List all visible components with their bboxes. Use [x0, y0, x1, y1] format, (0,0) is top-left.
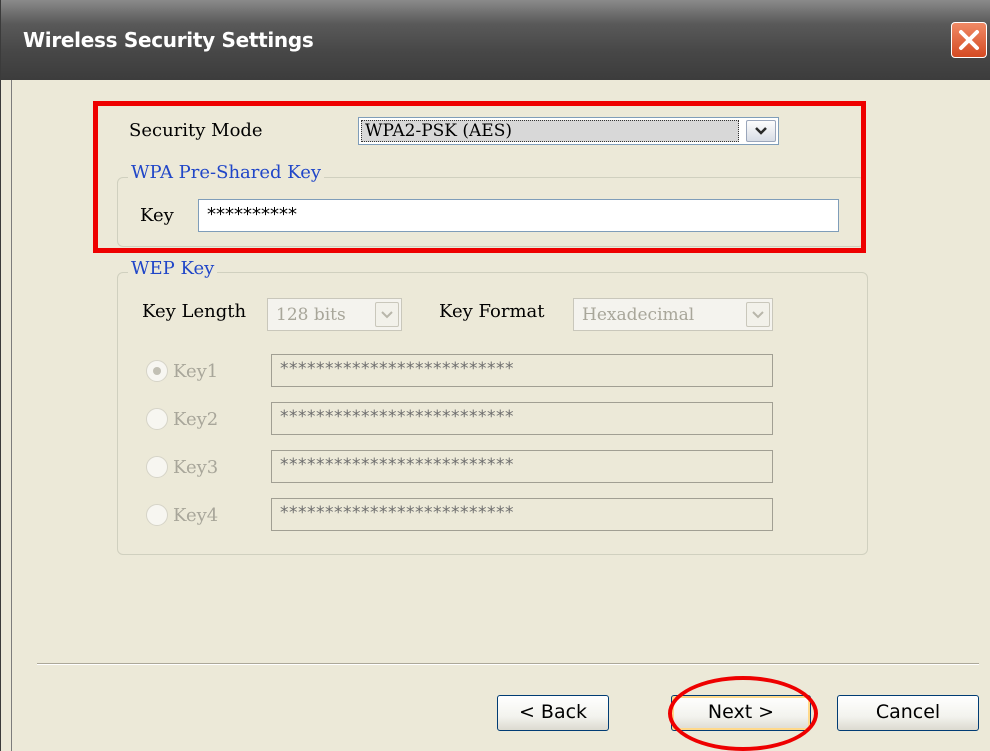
key-format-select[interactable]: Hexadecimal [573, 298, 773, 331]
cancel-button[interactable]: Cancel [837, 695, 979, 731]
close-button[interactable] [951, 22, 987, 58]
key1-radio[interactable] [146, 360, 168, 382]
next-button[interactable]: Next > [671, 695, 811, 731]
title-bar[interactable]: Wireless Security Settings [1, 0, 990, 80]
window-title: Wireless Security Settings [23, 28, 314, 52]
key-format-label: Key Format [439, 301, 545, 322]
security-mode-value: WPA2-PSK (AES) [361, 120, 739, 142]
security-mode-label: Security Mode [129, 120, 263, 141]
radio-selected-dot [153, 367, 161, 375]
key2-input[interactable]: ************************** [271, 402, 773, 435]
close-icon [959, 30, 979, 50]
key-length-value: 128 bits [276, 305, 346, 325]
key2-radio[interactable] [146, 408, 168, 430]
key3-input[interactable]: ************************** [271, 450, 773, 483]
back-button[interactable]: < Back [497, 695, 609, 731]
key1-label: Key1 [173, 361, 219, 382]
chevron-down-icon [755, 127, 767, 135]
security-mode-dropdown-button[interactable] [746, 120, 776, 142]
wpa-key-input[interactable]: ********** [198, 199, 839, 232]
key-length-select[interactable]: 128 bits [267, 298, 402, 331]
wpa-key-label: Key [140, 205, 174, 226]
key4-label: Key4 [173, 505, 219, 526]
key3-label: Key3 [173, 457, 219, 478]
key2-label: Key2 [173, 409, 219, 430]
key1-input[interactable]: ************************** [271, 354, 773, 387]
wpa-group-legend: WPA Pre-Shared Key [128, 162, 325, 183]
chevron-down-icon [752, 311, 764, 319]
key-format-dropdown-button[interactable] [746, 302, 770, 327]
footer-separator [37, 663, 979, 665]
key3-radio[interactable] [146, 456, 168, 478]
key-length-dropdown-button[interactable] [375, 302, 399, 327]
chevron-down-icon [381, 311, 393, 319]
key-length-label: Key Length [142, 301, 247, 322]
key4-input[interactable]: ************************** [271, 498, 773, 531]
wep-group-legend: WEP Key [128, 258, 218, 279]
dialog-window: Wireless Security Settings Security Mode… [0, 0, 990, 751]
key4-radio[interactable] [146, 504, 168, 526]
key-format-value: Hexadecimal [582, 305, 695, 325]
security-mode-select[interactable]: WPA2-PSK (AES) [358, 117, 779, 145]
